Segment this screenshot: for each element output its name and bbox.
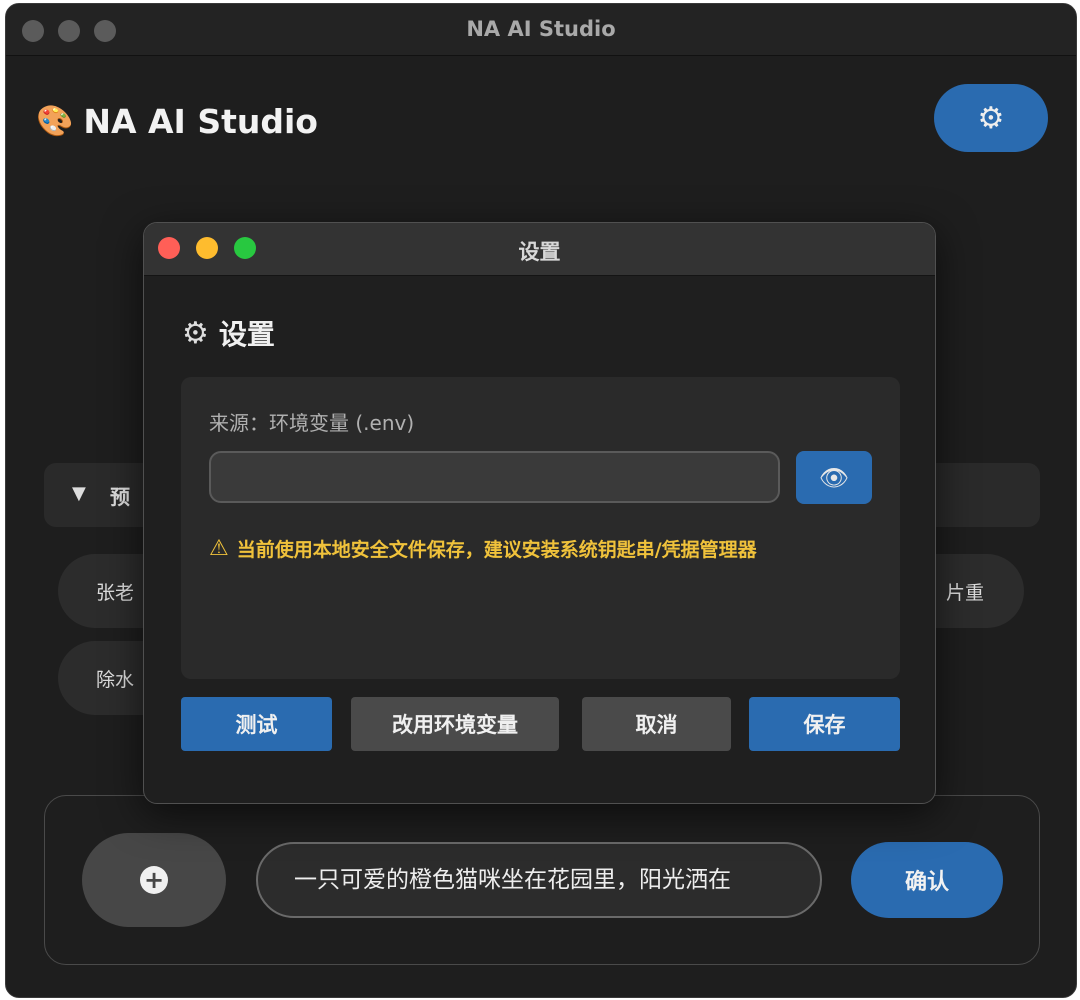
source-label: 来源：环境变量 (.env) [209,411,415,435]
confirm-button[interactable]: 确认 [851,842,1003,918]
window-title: NA AI Studio [466,17,616,41]
dialog-titlebar: 设置 [144,223,935,276]
prompt-input[interactable]: 一只可爱的橙色猫咪坐在花园里，阳光洒在 [256,842,822,918]
main-titlebar: NA AI Studio [6,4,1076,56]
settings-dialog: 设置 ⚙ 设置 来源：环境变量 (.env) 👁 ⚠ 当前使用本地安全文件保存，… [143,222,936,804]
presets-label: 预 [110,485,130,509]
save-button[interactable]: 保存 [749,697,900,751]
eye-icon: 👁 [818,463,850,492]
cancel-button[interactable]: 取消 [582,697,731,751]
app-heading: 🎨 NA AI Studio [36,102,318,141]
security-warning: ⚠ 当前使用本地安全文件保存，建议安装系统钥匙串/凭据管理器 [209,535,757,562]
plus-circle-icon: + [140,866,168,894]
warning-icon: ⚠ [209,536,229,561]
dialog-heading-text: 设置 [218,318,275,351]
test-button[interactable]: 测试 [181,697,332,751]
reveal-key-button[interactable]: 👁 [796,451,872,504]
preset-chip-label: 除水 [96,669,135,691]
app-title: NA AI Studio [83,102,318,141]
add-image-button[interactable]: + [82,833,226,927]
dialog-title: 设置 [518,240,561,264]
dialog-heading: ⚙ 设置 [182,313,275,353]
preset-chip-label: 片重 [946,582,985,604]
gear-icon: ⚙ [977,100,1005,136]
collapse-arrow-icon: ▼ [72,483,86,504]
warning-text: 当前使用本地安全文件保存，建议安装系统钥匙串/凭据管理器 [236,539,757,561]
api-key-panel: 来源：环境变量 (.env) 👁 ⚠ 当前使用本地安全文件保存，建议安装系统钥匙… [181,377,900,679]
palette-icon: 🎨 [36,104,74,139]
use-env-button[interactable]: 改用环境变量 [351,697,559,751]
api-key-input[interactable] [209,451,780,503]
gear-icon: ⚙ [182,315,209,351]
settings-button[interactable]: ⚙ [934,84,1048,152]
preset-chip-label: 张老 [96,582,135,604]
